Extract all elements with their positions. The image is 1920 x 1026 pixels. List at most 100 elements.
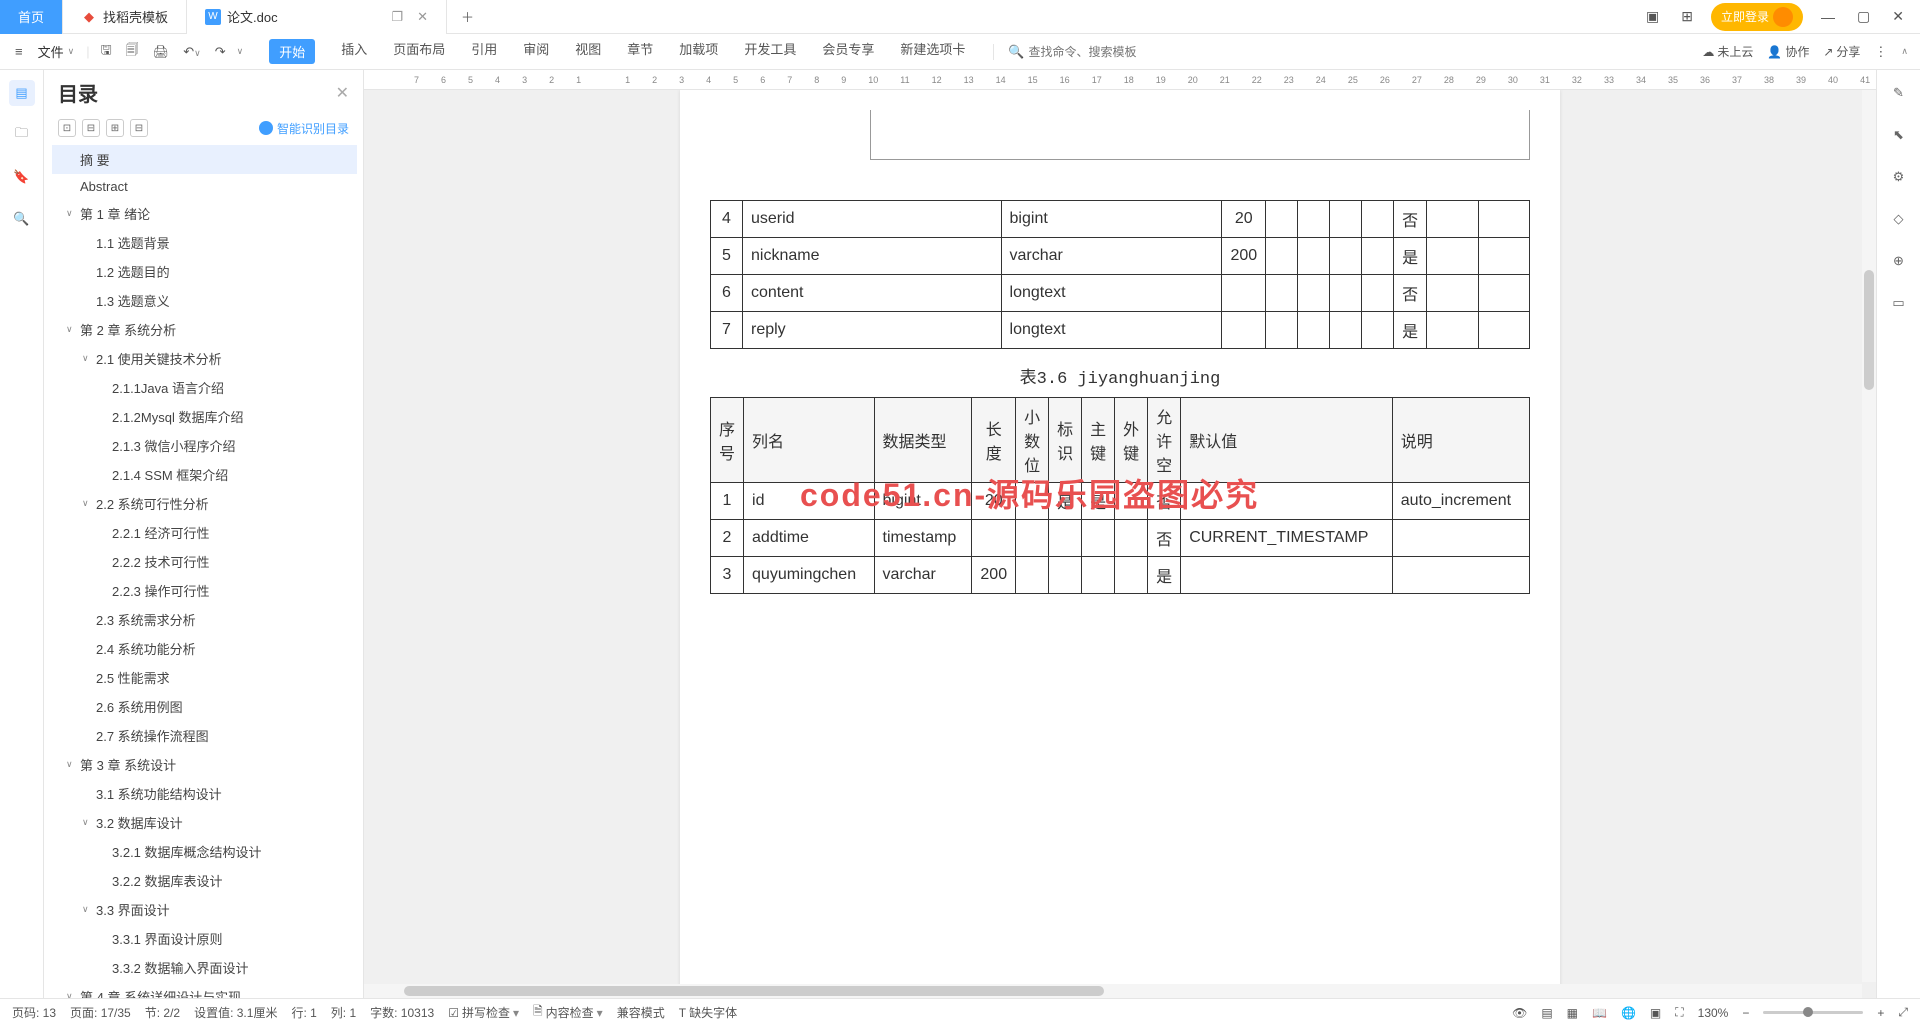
ribbon-tab-dev[interactable]: 开发工具 <box>744 39 796 64</box>
toc-item[interactable]: ∨3.2 数据库设计 <box>52 808 357 837</box>
toc-item[interactable]: 3.3.2 数据输入界面设计 <box>52 953 357 982</box>
toc-item[interactable]: 2.1.1Java 语言介绍 <box>52 373 357 402</box>
ribbon-tab-layout[interactable]: 页面布局 <box>393 39 445 64</box>
settings-icon[interactable]: ⚙ <box>1886 164 1912 190</box>
tab-document[interactable]: W 论文.doc ❐ ✕ <box>187 0 447 34</box>
sb-row[interactable]: 行: 1 <box>291 1004 316 1021</box>
toc-item[interactable]: ∨第 4 章 系统详细设计与实现 <box>52 982 357 998</box>
ribbon-tab-chapter[interactable]: 章节 <box>627 39 653 64</box>
collapse-ribbon-icon[interactable]: ∧ <box>1901 46 1908 57</box>
undo-icon[interactable]: ↶∨ <box>180 44 204 60</box>
ribbon-tab-addin[interactable]: 加载项 <box>679 39 718 64</box>
toc-item[interactable]: ∨2.1 使用关键技术分析 <box>52 344 357 373</box>
toc-item[interactable]: 2.2.2 技术可行性 <box>52 547 357 576</box>
toc-expand-minus[interactable]: ⊟ <box>130 119 148 137</box>
sb-page[interactable]: 页面: 17/35 <box>70 1004 131 1021</box>
sb-section[interactable]: 节: 2/2 <box>145 1004 180 1021</box>
sb-wordcount[interactable]: 字数: 10313 <box>370 1004 434 1021</box>
view-read-icon[interactable]: 📖 <box>1592 1006 1607 1020</box>
ribbon-tab-review[interactable]: 审阅 <box>523 39 549 64</box>
sb-setting[interactable]: 设置值: 3.1厘米 <box>194 1004 277 1021</box>
horizontal-ruler[interactable]: 7654321123456789101112131415161718192021… <box>364 70 1876 90</box>
toc-item[interactable]: 2.2.3 操作可行性 <box>52 576 357 605</box>
toc-expand-plus[interactable]: ⊞ <box>106 119 124 137</box>
command-search[interactable]: 🔍 <box>993 44 1168 60</box>
toc-item[interactable]: 2.2.1 经济可行性 <box>52 518 357 547</box>
toc-collapse-all[interactable]: ⊡ <box>58 119 76 137</box>
toc-item[interactable]: 2.3 系统需求分析 <box>52 605 357 634</box>
popout-icon[interactable]: ❐ <box>391 9 403 25</box>
toc-item[interactable]: 1.2 选题目的 <box>52 257 357 286</box>
minimize-button[interactable]: — <box>1817 9 1839 25</box>
bookmark-icon[interactable]: 🔖 <box>9 164 35 190</box>
toc-item[interactable]: 2.4 系统功能分析 <box>52 634 357 663</box>
toc-item[interactable]: ∨第 1 章 绪论 <box>52 199 357 228</box>
view-focus-icon[interactable]: ▣ <box>1650 1006 1661 1020</box>
ribbon-tab-member[interactable]: 会员专享 <box>822 39 874 64</box>
toc-item[interactable]: ∨第 2 章 系统分析 <box>52 315 357 344</box>
cloud-status[interactable]: ☁未上云 <box>1702 43 1753 60</box>
toc-item[interactable]: 1.3 选题意义 <box>52 286 357 315</box>
toc-item[interactable]: ∨3.3 界面设计 <box>52 895 357 924</box>
close-panel-icon[interactable]: ✕ <box>336 83 349 103</box>
tab-docer[interactable]: ◆ 找稻壳模板 <box>63 0 187 34</box>
sb-compat[interactable]: 兼容模式 <box>617 1004 665 1021</box>
related-icon[interactable]: ⊕ <box>1886 248 1912 274</box>
redo-icon[interactable]: ↷ <box>212 44 229 60</box>
zoom-in-button[interactable]: + <box>1877 1006 1884 1020</box>
sb-col[interactable]: 列: 1 <box>331 1004 356 1021</box>
ribbon-tab-insert[interactable]: 插入 <box>341 39 367 64</box>
outline-icon[interactable]: ▤ <box>9 80 35 106</box>
search-panel-icon[interactable]: 🔍 <box>9 206 35 232</box>
view-normal-icon[interactable]: ▤ <box>1541 1006 1552 1020</box>
smart-toc-button[interactable]: 智能识别目录 <box>259 120 349 137</box>
share-button[interactable]: ↗分享 <box>1823 43 1860 60</box>
toc-item[interactable]: 2.1.3 微信小程序介绍 <box>52 431 357 460</box>
zoom-level[interactable]: 130% <box>1698 1006 1729 1020</box>
ribbon-tab-reference[interactable]: 引用 <box>471 39 497 64</box>
more-qat-icon[interactable]: ∨ <box>237 46 244 57</box>
eye-icon[interactable]: 👁 <box>1512 1006 1527 1020</box>
sb-spellcheck[interactable]: ☑拼写检查 ▾ <box>448 1004 519 1021</box>
file-menu[interactable]: 文件∨ <box>34 42 79 61</box>
sb-missingfont[interactable]: T缺失字体 <box>679 1004 737 1021</box>
shape-icon[interactable]: ◇ <box>1886 206 1912 232</box>
more-icon[interactable]: ⋮ <box>1874 44 1887 60</box>
toc-item[interactable]: 2.7 系统操作流程图 <box>52 721 357 750</box>
tab-home[interactable]: 首页 <box>0 0 63 34</box>
toc-item[interactable]: 2.1.4 SSM 框架介绍 <box>52 460 357 489</box>
toc-item[interactable]: ∨2.2 系统可行性分析 <box>52 489 357 518</box>
toc-item[interactable]: 2.6 系统用例图 <box>52 692 357 721</box>
apps-icon[interactable]: ⊞ <box>1677 8 1697 25</box>
hamburger-icon[interactable]: ≡ <box>12 44 26 59</box>
toc-item[interactable]: 3.2.1 数据库概念结构设计 <box>52 837 357 866</box>
toc-item[interactable]: ∨第 3 章 系统设计 <box>52 750 357 779</box>
collab-button[interactable]: 👤协作 <box>1767 43 1809 60</box>
sb-pagenum[interactable]: 页码: 13 <box>12 1004 56 1021</box>
sb-contentcheck[interactable]: 🗎内容检查 ▾ <box>533 1002 603 1023</box>
horizontal-scrollbar[interactable] <box>364 984 1862 998</box>
toc-item[interactable]: 3.2.2 数据库表设计 <box>52 866 357 895</box>
fullscreen-icon[interactable]: ⤢ <box>1898 1005 1908 1020</box>
toc-item[interactable]: 3.3.1 界面设计原则 <box>52 924 357 953</box>
layout-icon[interactable]: ▣ <box>1642 8 1663 25</box>
document-scroll[interactable]: code51.cn-源码乐园盗图必究 4useridbigint20否5nick… <box>364 90 1876 998</box>
toc-item[interactable]: 3.1 系统功能结构设计 <box>52 779 357 808</box>
print-preview-icon[interactable]: 🗐 <box>123 41 142 63</box>
zoom-out-button[interactable]: − <box>1742 1006 1749 1020</box>
attachment-icon[interactable]: 🗀 <box>9 122 35 148</box>
view-web-icon[interactable]: 🌐 <box>1621 1006 1636 1020</box>
maximize-button[interactable]: ▢ <box>1853 8 1874 25</box>
edit-icon[interactable]: ✎ <box>1886 80 1912 106</box>
fit-icon[interactable]: ⛶ <box>1675 1005 1683 1020</box>
toc-item[interactable]: 2.5 性能需求 <box>52 663 357 692</box>
view-outline-icon[interactable]: ▦ <box>1567 1006 1578 1020</box>
close-tab-icon[interactable]: ✕ <box>417 9 428 25</box>
ribbon-tab-start[interactable]: 开始 <box>269 39 315 64</box>
close-window-button[interactable]: ✕ <box>1888 8 1908 25</box>
ribbon-tab-view[interactable]: 视图 <box>575 39 601 64</box>
toc-item[interactable]: Abstract <box>52 174 357 199</box>
ribbon-tab-new[interactable]: 新建选项卡 <box>900 39 965 64</box>
select-icon[interactable]: ⬉ <box>1886 122 1912 148</box>
save-icon[interactable]: 🖫 <box>98 41 115 63</box>
